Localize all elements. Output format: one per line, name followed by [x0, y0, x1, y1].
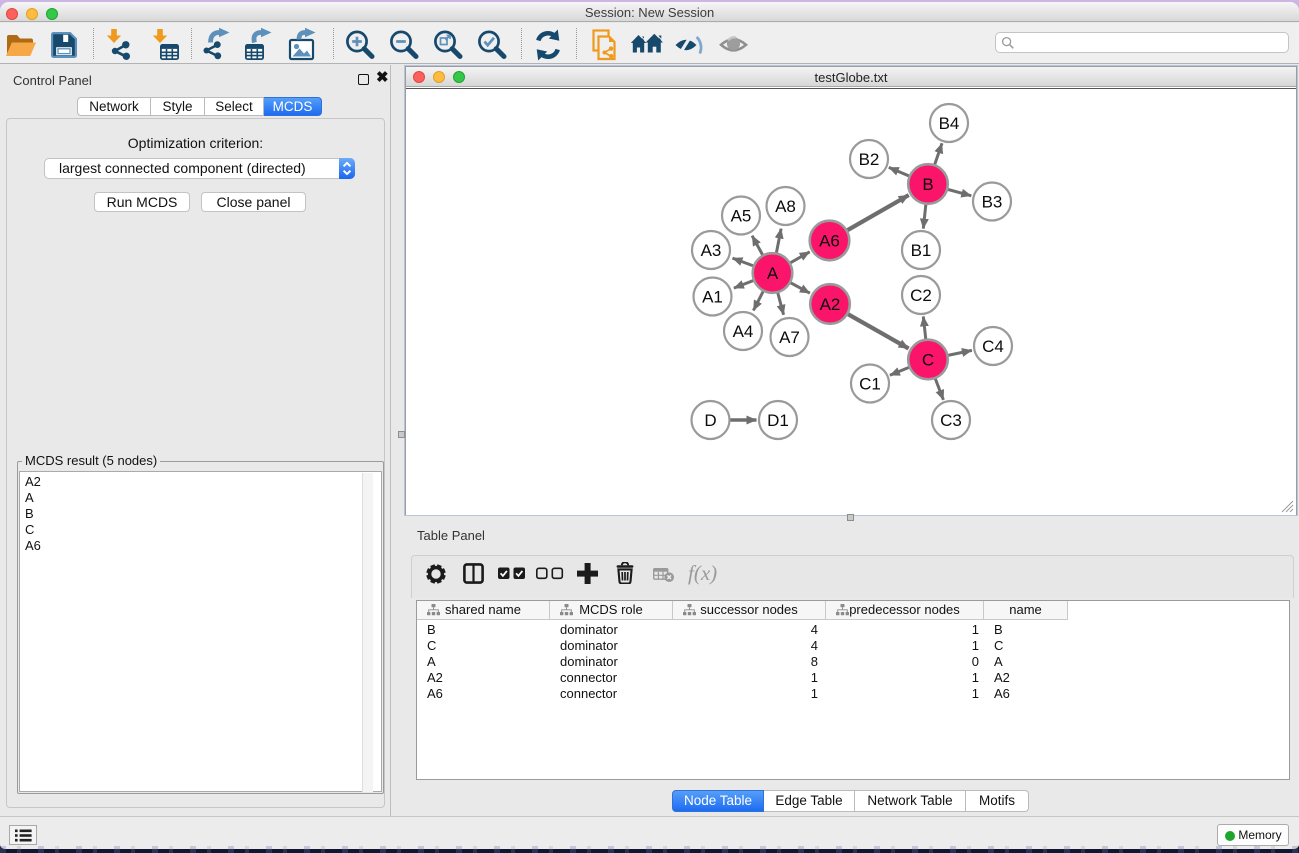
- svg-text:C3: C3: [940, 411, 962, 430]
- svg-text:C2: C2: [910, 286, 932, 305]
- svg-text:A4: A4: [733, 322, 754, 341]
- svg-text:B2: B2: [859, 150, 880, 169]
- svg-text:A3: A3: [701, 241, 722, 260]
- svg-text:C1: C1: [859, 375, 881, 394]
- svg-text:A1: A1: [702, 288, 723, 307]
- svg-text:D: D: [704, 411, 716, 430]
- svg-text:D1: D1: [767, 411, 789, 430]
- svg-text:C: C: [922, 351, 934, 370]
- svg-text:A8: A8: [775, 197, 796, 216]
- svg-text:A5: A5: [731, 207, 752, 226]
- svg-text:A7: A7: [779, 328, 800, 347]
- svg-text:A: A: [767, 264, 779, 283]
- svg-text:B4: B4: [939, 114, 960, 133]
- svg-text:A6: A6: [819, 232, 840, 251]
- svg-text:B3: B3: [982, 193, 1003, 212]
- svg-text:A2: A2: [820, 295, 841, 314]
- svg-text:B1: B1: [911, 241, 932, 260]
- svg-text:C4: C4: [982, 337, 1004, 356]
- svg-text:B: B: [922, 175, 933, 194]
